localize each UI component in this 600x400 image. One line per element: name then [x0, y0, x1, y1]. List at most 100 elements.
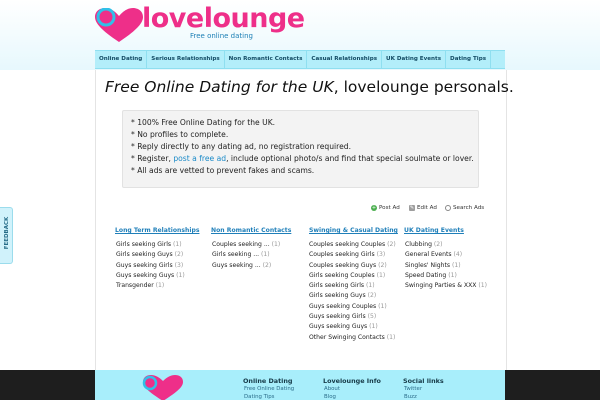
footer-link-dating-tips[interactable]: Dating Tips — [244, 394, 274, 400]
tagline: Free online dating — [190, 32, 253, 40]
footer-social-heading: Social links — [403, 377, 444, 385]
search-icon — [445, 205, 451, 211]
list-item[interactable]: Couples seeking Couples (2) — [309, 240, 396, 250]
list-item-count: (3) — [174, 261, 184, 269]
list-item[interactable]: Guys seeking Couples (1) — [309, 302, 396, 312]
list-item-label: Girls seeking ... — [212, 251, 260, 259]
feature-no-profiles: * No profiles to complete. — [131, 130, 229, 139]
list-item-count: (4) — [453, 251, 463, 259]
list-item-count: (3) — [376, 251, 386, 259]
list-item-count: (2) — [262, 261, 272, 269]
list-item-label: Guys seeking ... — [212, 261, 261, 269]
footer-link-free-online-dating[interactable]: Free Online Dating — [244, 386, 294, 392]
edit-ad-button[interactable]: ✎ Edit Ad — [409, 205, 437, 211]
list-item[interactable]: Girls seeking Girls (1) — [116, 240, 185, 250]
list-item[interactable]: Guys seeking Guys (1) — [116, 271, 185, 281]
list-item-count: (2) — [378, 261, 387, 269]
list-item[interactable]: Guys seeking Girls (3) — [116, 261, 185, 271]
list-item[interactable]: Clubbing (2) — [405, 240, 487, 250]
edit-icon: ✎ — [409, 205, 415, 211]
list-item-label: Clubbing — [405, 241, 432, 248]
list-item-label: Couples seeking Guys — [309, 261, 377, 269]
footer-logo[interactable] — [133, 375, 193, 400]
list-item-label: General Events — [405, 251, 452, 259]
list-item-count: (2) — [433, 241, 443, 248]
list-item[interactable]: Swinging Parties & XXX (1) — [405, 281, 487, 291]
list-item-label: Guys seeking Girls — [116, 261, 173, 269]
list-item[interactable]: Girls seeking Guys (2) — [116, 250, 185, 260]
nav-casual-relationships[interactable]: Casual Relationships — [307, 51, 383, 68]
list-item[interactable]: Couples seeking Girls (3) — [309, 250, 396, 260]
feature-register-post: , include optional photo/s and find that… — [226, 154, 474, 163]
list-item-label: Couples seeking Couples — [309, 241, 386, 248]
post-ad-label: Post Ad — [379, 205, 400, 211]
post-free-ad-link[interactable]: post a free ad — [173, 154, 226, 163]
list-item-label: Guys seeking Guys — [309, 323, 368, 331]
list-item[interactable]: Singles' Nights (1) — [405, 261, 487, 271]
list-item-count: (1) — [155, 282, 165, 290]
list-item[interactable]: Girls seeking Girls (1) — [309, 281, 396, 291]
long-term-list: Girls seeking Girls (1) Girls seeking Gu… — [116, 240, 185, 291]
feature-reply-directly: * Reply directly to any dating ad, no re… — [131, 142, 352, 151]
footer-heart-icon — [143, 375, 183, 400]
list-item[interactable]: Girls seeking Couples (1) — [309, 271, 396, 281]
list-item-count: (1) — [378, 302, 387, 310]
search-ads-label: Search Ads — [453, 205, 485, 211]
footer-link-twitter[interactable]: Twitter — [404, 386, 422, 392]
list-item[interactable]: Guys seeking ... (2) — [212, 261, 280, 271]
category-swinging-casual[interactable]: Swinging & Casual Dating — [309, 227, 398, 234]
list-item-label: Girls seeking Guys — [309, 292, 366, 300]
list-item[interactable]: Guys seeking Girls (5) — [309, 312, 396, 322]
list-item[interactable]: General Events (4) — [405, 250, 487, 260]
list-item-label: Guys seeking Guys — [116, 271, 175, 279]
list-item-label: Girls seeking Guys — [116, 251, 173, 259]
list-item-label: Girls seeking Couples — [309, 271, 375, 279]
nav-online-dating[interactable]: Online Dating — [95, 51, 148, 68]
list-item-count: (1) — [271, 241, 281, 248]
list-item-label: Transgender — [116, 282, 154, 290]
feature-vetted: * All ads are vetted to prevent fakes an… — [131, 166, 315, 175]
category-long-term[interactable]: Long Term Relationships — [115, 227, 199, 234]
list-item[interactable]: Other Swinging Contacts (1) — [309, 333, 396, 343]
post-ad-button[interactable]: + Post Ad — [371, 205, 400, 211]
list-item[interactable]: Guys seeking Guys (1) — [309, 322, 396, 332]
nav-serious-relationships[interactable]: Serious Relationships — [147, 51, 225, 68]
list-item[interactable]: Speed Dating (1) — [405, 271, 487, 281]
nav-uk-dating-events[interactable]: UK Dating Events — [382, 51, 447, 68]
list-item-label: Girls seeking Girls — [309, 282, 365, 290]
feature-register: * Register, post a free ad, include opti… — [131, 154, 474, 163]
list-item-label: Couples seeking ... — [212, 241, 270, 248]
list-item[interactable]: Girls seeking Guys (2) — [309, 291, 396, 301]
list-item-label: Guys seeking Girls — [309, 313, 366, 321]
list-item[interactable]: Couples seeking ... (1) — [212, 240, 280, 250]
list-item[interactable]: Couples seeking Guys (2) — [309, 261, 396, 271]
logo-text[interactable]: lovelounge — [142, 4, 305, 34]
nav-dating-tips[interactable]: Dating Tips — [446, 51, 492, 68]
list-item[interactable]: Transgender (1) — [116, 281, 185, 291]
list-item-count: (1) — [386, 333, 396, 341]
footer-info-heading: Lovelounge Info — [323, 377, 381, 385]
list-item-count: (2) — [387, 241, 396, 248]
nav-non-romantic-contacts[interactable]: Non Romantic Contacts — [225, 51, 308, 68]
search-ads-button[interactable]: Search Ads — [445, 205, 484, 211]
list-item-count: (1) — [176, 271, 185, 279]
list-item-count: (2) — [174, 251, 184, 259]
footer-link-about[interactable]: About — [324, 386, 340, 392]
non-romantic-list: Couples seeking ... (1) Girls seeking ..… — [212, 240, 280, 271]
list-item-label: Guys seeking Couples — [309, 302, 377, 310]
footer-online-dating-heading: Online Dating — [243, 377, 293, 385]
footer-link-buzz[interactable]: Buzz — [404, 394, 417, 400]
list-item-count: (1) — [366, 282, 375, 290]
feedback-tab[interactable]: FEEDBACK — [0, 207, 13, 264]
feedback-label: FEEDBACK — [4, 216, 10, 250]
list-item-count: (1) — [261, 251, 270, 259]
list-item[interactable]: Girls seeking ... (1) — [212, 250, 280, 260]
footer-link-blog[interactable]: Blog — [324, 394, 336, 400]
list-item-count: (1) — [452, 261, 461, 269]
category-uk-events[interactable]: UK Dating Events — [404, 227, 464, 234]
edit-ad-label: Edit Ad — [417, 205, 437, 211]
category-non-romantic[interactable]: Non Romantic Contacts — [211, 227, 291, 234]
page-title-rest: , lovelounge personals. — [333, 78, 514, 96]
list-item-count: (1) — [448, 271, 457, 279]
list-item-count: (1) — [173, 241, 182, 248]
